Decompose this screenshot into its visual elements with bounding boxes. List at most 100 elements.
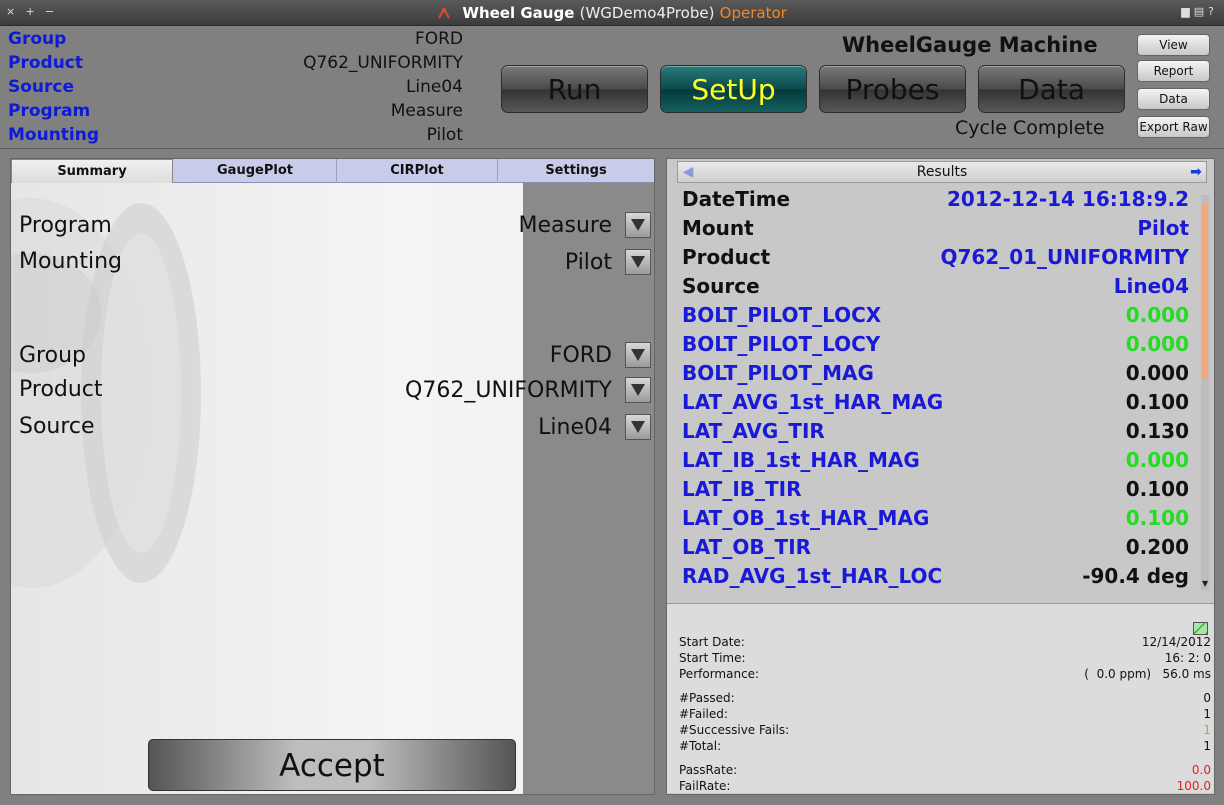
help-icon[interactable]: ? [1208, 5, 1218, 18]
source-value: Line04 [538, 415, 612, 440]
tab-settings[interactable]: Settings [498, 159, 654, 183]
stat-value: 12/14/2012 [1141, 635, 1211, 649]
summary-content: Program Measure Mounting Pilot Group FOR… [11, 183, 654, 794]
result-key: LAT_AVG_TIR [682, 419, 825, 443]
demo-name: (WGDemo4Probe) [579, 4, 715, 22]
program-label: Program [19, 213, 112, 238]
info-source: Source Line04 [8, 75, 463, 99]
results-scrollbar[interactable] [1201, 195, 1209, 590]
chart-icon[interactable] [1193, 622, 1208, 635]
stat-label: Start Date: [679, 635, 745, 649]
result-value: 0.000 [1125, 448, 1189, 472]
result-key: LAT_AVG_1st_HAR_MAG [682, 390, 944, 414]
mounting-dropdown-button[interactable] [625, 249, 651, 275]
stat-row: FailRate: 100.0 [679, 779, 1211, 795]
info-value: Line04 [405, 77, 463, 97]
stat-label: PassRate: [679, 763, 738, 777]
stat-row: Performance: ( 0.0 ppm) 56.0 ms [679, 667, 1211, 683]
scroll-down-icon[interactable]: ▼ [1202, 579, 1208, 588]
next-result-icon[interactable]: ➡ [1188, 163, 1204, 181]
setup-button[interactable]: SetUp [660, 65, 807, 113]
result-row: BOLT_PILOT_LOCY 0.000 [682, 330, 1189, 359]
result-row: DateTime 2012-12-14 16:18:9.2 [682, 185, 1189, 214]
scrollbar-thumb[interactable] [1202, 203, 1208, 379]
result-value: Pilot [1137, 216, 1189, 240]
title-bar: × + − Wheel Gauge (WGDemo4Probe) Operato… [0, 0, 1224, 26]
window-title: Wheel Gauge (WGDemo4Probe) Operator [0, 4, 1224, 22]
view-button[interactable]: View [1137, 34, 1210, 56]
stat-label: Performance: [679, 667, 760, 681]
tab-summary[interactable]: Summary [11, 159, 173, 184]
info-value: Pilot [426, 125, 463, 145]
stat-value: 1 [1203, 723, 1211, 737]
info-mounting: Mounting Pilot [8, 123, 463, 147]
cycle-status: Cycle Complete [955, 117, 1105, 139]
result-key: BOLT_PILOT_LOCX [682, 303, 882, 327]
product-value: Q762_UNIFORMITY [405, 378, 612, 403]
result-value: -90.4 deg [1082, 564, 1189, 588]
tab-bar: Summary GaugePlot CIRPlot Settings [11, 159, 654, 184]
stat-value: 1 [1203, 707, 1211, 721]
stat-row: #Successive Fails: 1 [679, 723, 1211, 739]
result-key: Mount [682, 216, 754, 240]
data-button[interactable]: Data [978, 65, 1125, 113]
chevron-down-icon [631, 384, 645, 396]
results-title: Results [916, 164, 968, 180]
tab-gaugeplot[interactable]: GaugePlot [174, 159, 337, 183]
result-row: LAT_IB_1st_HAR_MAG 0.000 [682, 446, 1189, 475]
report-button[interactable]: Report [1137, 60, 1210, 82]
result-key: LAT_IB_1st_HAR_MAG [682, 448, 920, 472]
accept-button[interactable]: Accept [148, 739, 516, 791]
stat-row: #Total: 1 [679, 739, 1211, 755]
header-panel: Group FORD Product Q762_UNIFORMITY Sourc… [0, 27, 1224, 149]
result-key: RAD_AVG_1st_HAR_LOC [682, 564, 943, 588]
result-key: BOLT_PILOT_LOCY [682, 332, 881, 356]
result-key: LAT_OB_TIR [682, 535, 812, 559]
machine-title: WheelGauge Machine [842, 33, 1098, 57]
result-key: LAT_OB_1st_HAR_MAG [682, 506, 930, 530]
stat-row: PassRate: 0.0 [679, 763, 1211, 779]
info-label: Program [8, 101, 91, 121]
stat-value: 1 [1203, 739, 1211, 753]
chevron-down-icon [631, 219, 645, 231]
result-row: BOLT_PILOT_LOCX 0.000 [682, 301, 1189, 330]
source-label: Source [19, 414, 95, 439]
result-row: LAT_IB_TIR 0.100 [682, 475, 1189, 504]
data-small-button[interactable]: Data [1137, 88, 1210, 110]
info-label: Group [8, 29, 67, 49]
group-value: FORD [549, 343, 612, 368]
result-row: LAT_AVG_TIR 0.130 [682, 417, 1189, 446]
stat-label: #Total: [679, 739, 722, 753]
result-value: 0.000 [1125, 361, 1189, 385]
run-button[interactable]: Run [501, 65, 648, 113]
stat-value: 100.0 [1176, 779, 1211, 793]
title-right-controls: ▆▤? [1181, 5, 1218, 18]
print-icon[interactable]: ▤ [1194, 5, 1208, 18]
product-label: Product [19, 377, 103, 402]
info-label: Mounting [8, 125, 100, 145]
source-dropdown-button[interactable] [625, 414, 651, 440]
result-key: Source [682, 274, 760, 298]
result-value: Q762_01_UNIFORMITY [940, 245, 1189, 269]
previous-result-icon[interactable]: ◀ [680, 163, 696, 181]
save-icon[interactable]: ▆ [1181, 5, 1193, 18]
chevron-down-icon [631, 256, 645, 268]
result-key: Product [682, 245, 771, 269]
tab-cirplot[interactable]: CIRPlot [337, 159, 498, 183]
probes-button[interactable]: Probes [819, 65, 966, 113]
result-row: Product Q762_01_UNIFORMITY [682, 243, 1189, 272]
group-dropdown-button[interactable] [625, 342, 651, 368]
info-group: Group FORD [8, 27, 463, 51]
export-raw-button[interactable]: Export Raw [1137, 116, 1210, 138]
stat-row: #Failed: 1 [679, 707, 1211, 723]
statistics-panel: Start Date: 12/14/2012 Start Time: 16: 2: 0… [667, 603, 1214, 793]
result-row: Mount Pilot [682, 214, 1189, 243]
result-value: 2012-12-14 16:18:9.2 [947, 187, 1189, 211]
result-key: LAT_IB_TIR [682, 477, 802, 501]
results-header: ◀ Results ➡ [677, 161, 1207, 183]
result-value: 0.100 [1125, 390, 1189, 414]
program-value: Measure [518, 213, 613, 238]
product-dropdown-button[interactable] [625, 377, 651, 403]
program-dropdown-button[interactable] [625, 212, 651, 238]
chevron-down-icon [631, 421, 645, 433]
